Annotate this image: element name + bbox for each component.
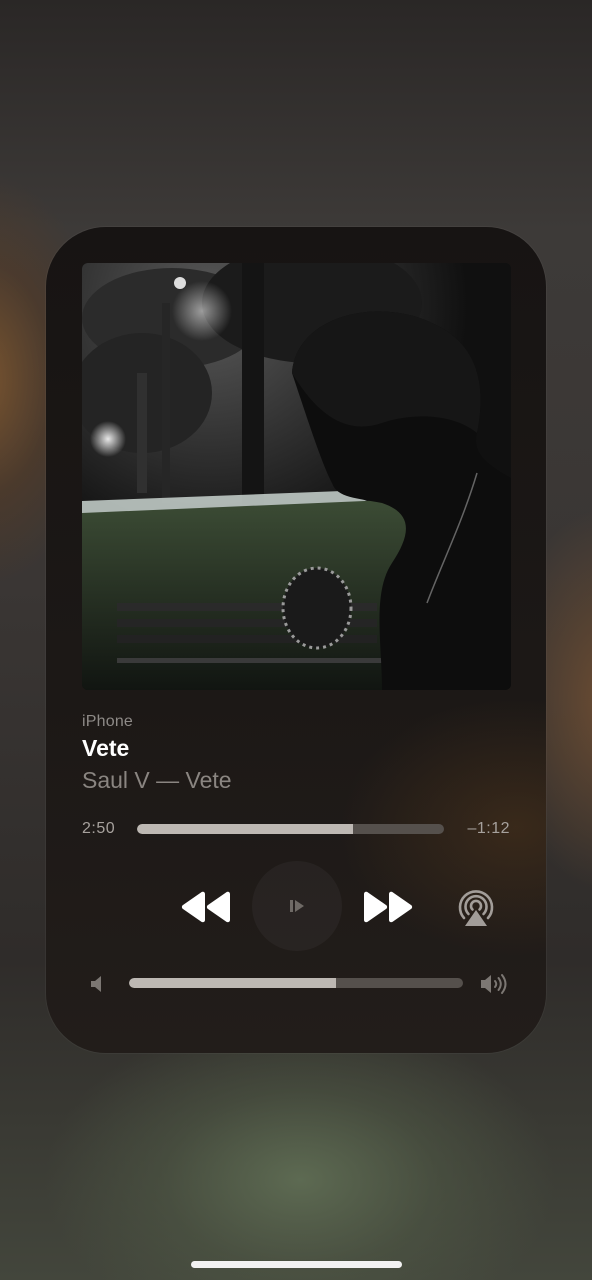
speaker-high-icon bbox=[481, 974, 507, 994]
album-artwork[interactable] bbox=[82, 263, 511, 690]
volume-low-indicator bbox=[86, 973, 108, 995]
track-title: Vete bbox=[82, 735, 130, 761]
playback-scrubber[interactable] bbox=[137, 824, 444, 834]
playback-progress-fill bbox=[137, 824, 353, 834]
album-artwork-image bbox=[82, 263, 511, 690]
airplay-icon bbox=[458, 890, 494, 926]
fast-forward-button[interactable] bbox=[358, 887, 418, 927]
fast-forward-icon bbox=[364, 891, 413, 923]
volume-high-indicator bbox=[478, 972, 512, 996]
play-button[interactable] bbox=[252, 861, 342, 951]
speaker-low-icon bbox=[91, 976, 101, 992]
rewind-icon bbox=[181, 891, 230, 923]
rewind-button[interactable] bbox=[176, 887, 236, 927]
airplay-button[interactable] bbox=[454, 886, 498, 930]
volume-level-fill bbox=[129, 978, 337, 988]
elapsed-time: 2:50 bbox=[82, 820, 116, 837]
volume-slider[interactable] bbox=[129, 978, 463, 988]
play-icon bbox=[290, 900, 304, 912]
playback-source-label: iPhone bbox=[82, 713, 134, 730]
remaining-time: –1:12 bbox=[467, 820, 510, 837]
track-artist-album: Saul V — Vete bbox=[82, 767, 232, 793]
home-indicator[interactable] bbox=[191, 1261, 402, 1268]
now-playing-card: iPhone Vete Saul V — Vete 2:50 –1:12 bbox=[46, 227, 546, 1053]
